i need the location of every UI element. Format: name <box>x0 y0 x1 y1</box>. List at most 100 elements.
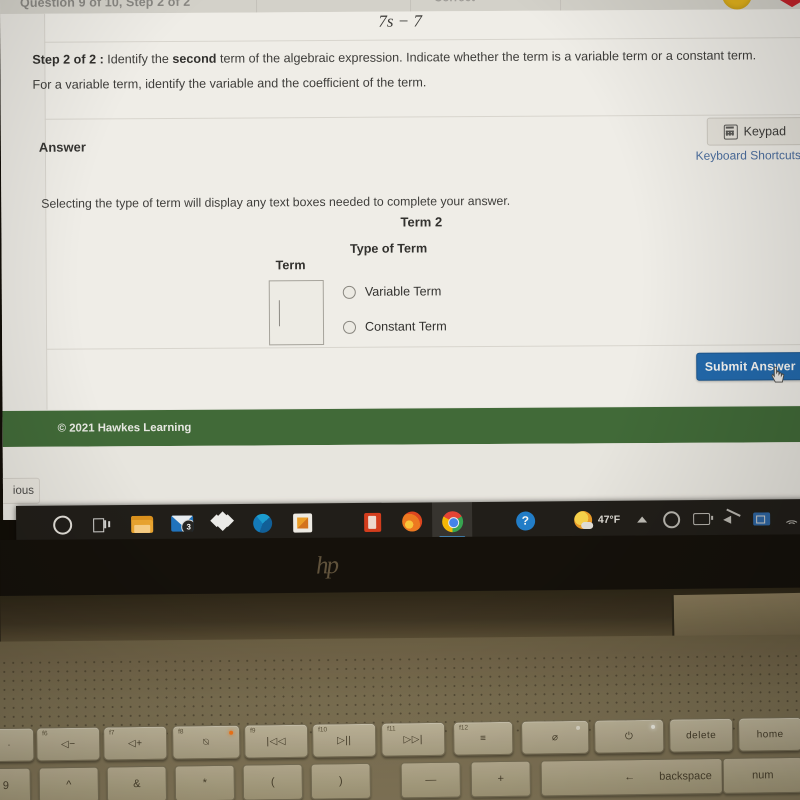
key-glyph: home <box>756 728 784 740</box>
keyboard-shortcuts-link[interactable]: Keyboard Shortcuts <box>691 148 800 163</box>
header-divider-1 <box>255 0 258 13</box>
key-glyph: ( <box>270 776 275 789</box>
volume-up-key[interactable]: f7 ◁+ <box>103 725 168 761</box>
taskbar-item-office[interactable] <box>352 503 392 541</box>
taskbar-item-file-explorer[interactable] <box>122 505 162 543</box>
weather-widget[interactable]: 47°F <box>573 510 621 530</box>
taskbar-item-mail[interactable]: 3 <box>162 504 202 542</box>
key-glyph: ▷|| <box>336 734 352 746</box>
previous-button[interactable]: ious <box>0 477 41 505</box>
number-key-paren-open[interactable]: ( <box>242 763 304 800</box>
key-glyph: * <box>202 777 208 790</box>
key-glyph: ) <box>338 775 343 788</box>
footer-copyright: © 2021 Hawkes Learning <box>57 421 192 435</box>
settings-icon[interactable] <box>663 510 681 528</box>
microsoft-store-icon <box>292 512 312 533</box>
hp-logo: hp <box>315 551 338 580</box>
laptop-keyboard: · f6 ◁− f7 ◁+ f8 ⍉ f9 |◁◁ f10 ▷|| f11 ▷▷… <box>0 715 800 800</box>
airplane-key[interactable]: f12 ≡ <box>452 720 514 756</box>
file-explorer-icon <box>131 515 154 533</box>
wifi-icon[interactable] <box>783 510 800 531</box>
key-glyph: ⏻ <box>624 730 634 742</box>
key-glyph: backspace <box>659 770 712 783</box>
previous-track-key[interactable]: f9 |◁◁ <box>244 723 309 759</box>
radio-label-constant: Constant Term <box>364 319 447 334</box>
step-instruction: Step 2 of 2 : Identify the second term o… <box>32 43 772 97</box>
fn-label: f8 <box>178 728 184 736</box>
key-glyph: ⌀ <box>551 731 559 743</box>
keypad-button[interactable]: Keypad <box>706 117 800 146</box>
key-glyph: ⍉ <box>202 736 210 748</box>
selection-hint-text: Selecting the type of term will display … <box>41 193 511 211</box>
next-track-key[interactable]: f11 ▷▷| <box>380 721 446 757</box>
key-glyph: ▷▷| <box>403 733 424 745</box>
taskbar-item-chrome[interactable] <box>431 502 473 541</box>
key-glyph: + <box>497 772 505 786</box>
calculator-icon <box>723 123 738 140</box>
header-divider-3 <box>559 0 562 11</box>
power-led <box>651 724 656 729</box>
fn-label: f12 <box>459 724 469 732</box>
number-key-ampersand[interactable]: & <box>106 765 168 800</box>
temperature-label: 47°F <box>597 513 621 526</box>
camera-off-key[interactable]: ⌀ <box>520 719 590 755</box>
mail-unread-badge: 3 <box>181 519 194 532</box>
step-emphasis: second <box>172 51 217 66</box>
power-key[interactable]: ⏻ <box>593 718 665 754</box>
number-key-0[interactable]: 9 <box>0 767 32 800</box>
office-icon <box>363 512 381 532</box>
mic-mute-key[interactable]: f8 ⍉ <box>172 724 241 760</box>
number-key-paren-close[interactable]: ) <box>310 762 372 800</box>
taskbar-item-task-view[interactable] <box>82 505 122 543</box>
firefox-icon <box>402 511 423 532</box>
submit-answer-button[interactable]: Submit Answer <box>696 352 800 381</box>
taskbar-item-cortana[interactable] <box>42 505 82 543</box>
chevron-up-icon[interactable] <box>633 511 650 528</box>
key-glyph: 9 <box>2 779 9 792</box>
play-pause-key[interactable]: f10 ▷|| <box>311 722 377 758</box>
help-icon[interactable]: ? <box>515 510 535 531</box>
volume-down-key[interactable]: f6 ◁− <box>36 726 101 762</box>
key-glyph: ^ <box>66 779 72 792</box>
taskbar-item-firefox[interactable] <box>392 502 432 540</box>
edge-icon <box>252 513 272 533</box>
cortana-icon <box>52 515 72 535</box>
home-key[interactable]: home <box>737 716 800 752</box>
backspace-key[interactable]: ← backspace <box>540 757 724 797</box>
term-input[interactable] <box>268 280 325 346</box>
key-glyph: — <box>425 773 437 787</box>
fn-label: f7 <box>109 729 115 737</box>
number-key-minus[interactable]: — <box>400 761 462 799</box>
radio-option-constant-term[interactable]: Constant Term <box>342 319 447 334</box>
volume-muted-icon[interactable] <box>723 508 741 527</box>
laptop-photo: Question 9 of 10, Step 2 of 2 Correct 7s… <box>0 0 800 800</box>
fn-label: f9 <box>250 727 256 735</box>
radio-option-variable-term[interactable]: Variable Term <box>342 284 442 299</box>
fn-label: f11 <box>387 725 396 733</box>
delete-key[interactable]: delete <box>668 717 734 753</box>
dropbox-icon <box>210 511 234 532</box>
term-column-label: Term <box>275 258 306 273</box>
radio-circle-icon <box>342 320 357 334</box>
key-glyph: & <box>133 778 141 791</box>
task-view-icon <box>93 517 111 533</box>
battery-icon[interactable] <box>693 510 711 527</box>
camera-led <box>576 725 581 730</box>
volume-mute-key[interactable]: · <box>0 727 35 763</box>
key-glyph: ≡ <box>479 732 487 744</box>
number-key-asterisk[interactable]: * <box>174 764 236 800</box>
key-glyph: |◁◁ <box>266 735 287 747</box>
taskbar-item-edge[interactable] <box>242 504 282 542</box>
number-key-plus[interactable]: + <box>470 760 532 798</box>
keypad-button-label: Keypad <box>743 124 787 139</box>
network-icon[interactable] <box>753 510 771 527</box>
num-lock-key[interactable]: num <box>722 756 800 794</box>
text-caret <box>278 300 281 327</box>
backspace-arrow-icon: ← <box>624 771 636 784</box>
taskbar-item-dropbox[interactable] <box>202 504 242 542</box>
step-label: Step 2 of 2 : <box>32 52 104 67</box>
number-key-caret[interactable]: ^ <box>38 766 100 800</box>
radio-label-variable: Variable Term <box>364 284 442 299</box>
taskbar-item-store[interactable] <box>282 503 322 541</box>
mail-icon: 3 <box>171 515 194 532</box>
